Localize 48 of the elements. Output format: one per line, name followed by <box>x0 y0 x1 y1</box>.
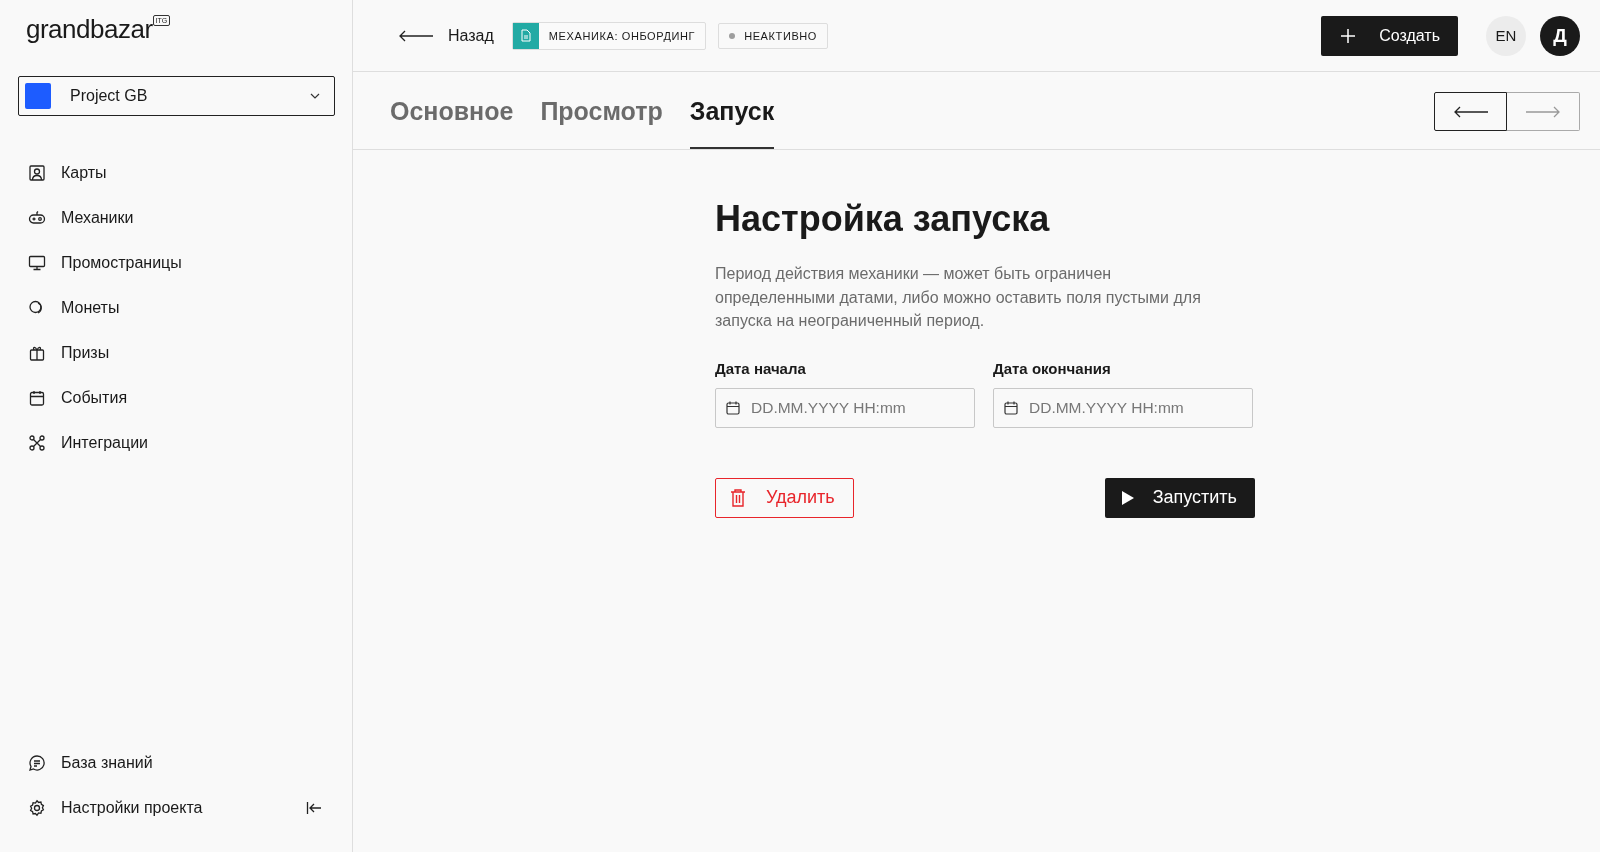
play-icon <box>1120 489 1135 506</box>
nav-item[interactable]: Призы <box>18 330 334 375</box>
arrow-left-icon <box>398 29 434 42</box>
nav-item[interactable]: Настройки проекта <box>18 785 334 830</box>
collapse-sidebar-icon[interactable] <box>306 800 322 815</box>
date-input-field[interactable]: DD.MM.YYYY HH:mm <box>715 387 975 428</box>
plus-icon <box>1341 28 1356 43</box>
person-card-icon <box>28 163 46 182</box>
language-button[interactable]: EN <box>1486 15 1526 56</box>
nodes-icon <box>28 433 46 452</box>
trash-icon <box>730 488 746 507</box>
user-avatar[interactable]: Д <box>1540 15 1580 56</box>
nav-item[interactable]: События <box>18 375 334 420</box>
tab[interactable]: Запуск <box>689 72 775 149</box>
nav-item[interactable]: Механики <box>18 195 334 240</box>
nav-item[interactable]: Промостраницы <box>18 240 334 285</box>
field-label: Дата окончания <box>993 359 1112 377</box>
monitor-icon <box>28 253 46 272</box>
nav-item[interactable]: Карты <box>18 150 334 195</box>
gamepad-icon <box>28 208 46 227</box>
project-select[interactable]: Project GB <box>18 76 335 116</box>
create-button[interactable]: Создать <box>1321 15 1458 56</box>
description-text: Период действия механики — может быть ограничен определенными датами, либо можно оставить поля пустыми для запуска на неограниченный период. <box>715 264 1202 331</box>
start-button[interactable]: Запустить <box>1104 477 1255 518</box>
arrow-left-icon <box>1452 105 1489 118</box>
chat-bubble-icon <box>28 753 46 772</box>
nav-item[interactable]: Интеграции <box>18 420 334 465</box>
back-button[interactable]: Назад <box>398 26 494 45</box>
entity-badge: МЕХАНИКА: ОНБОРДИНГ <box>511 21 707 50</box>
project-logo-icon <box>25 83 51 109</box>
calendar-icon <box>1003 399 1019 416</box>
field-label: Дата начала <box>715 359 807 377</box>
calendar-icon <box>725 399 741 416</box>
nav-item[interactable]: База знаний <box>18 740 334 785</box>
status-badge: НЕАКТИВНО <box>718 22 829 49</box>
arrow-right-icon <box>1525 105 1561 118</box>
previous-button[interactable] <box>1434 92 1507 131</box>
calendar-icon <box>28 388 46 407</box>
logo-wordmark: grandbazar <box>26 14 153 45</box>
page-title: Настройка запуска <box>715 198 1051 240</box>
tab[interactable]: Просмотр <box>540 72 663 149</box>
tab[interactable]: Основное <box>390 72 514 149</box>
chevron-down-icon <box>310 93 320 99</box>
settings-icon <box>28 798 46 817</box>
nav-item[interactable]: Монеты <box>18 285 334 330</box>
document-icon <box>520 29 531 42</box>
delete-button[interactable]: Удалить <box>715 477 854 518</box>
date-input-field[interactable]: DD.MM.YYYY HH:mm <box>993 387 1253 428</box>
